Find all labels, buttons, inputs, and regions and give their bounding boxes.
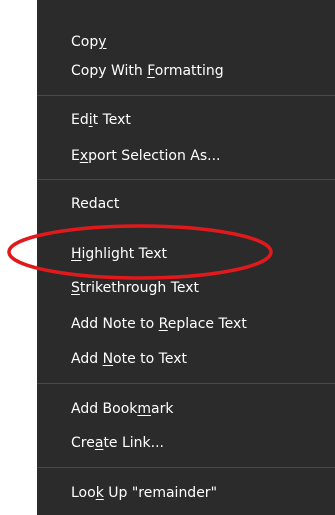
menu-separator	[37, 179, 335, 180]
menu-separator	[37, 383, 335, 384]
menu-item-add-note-to-replace-text[interactable]: Add Note to Replace Text	[71, 312, 247, 336]
menu-item-export-selection-as[interactable]: Export Selection As...	[71, 144, 221, 168]
menu-separator	[37, 467, 335, 468]
menu-item-create-link[interactable]: Create Link...	[71, 431, 164, 455]
menu-item-add-bookmark[interactable]: Add Bookmark	[71, 397, 174, 421]
menu-item-strikethrough-text[interactable]: Strikethrough Text	[71, 276, 199, 300]
menu-item-highlight-text[interactable]: Highlight Text	[71, 242, 167, 266]
menu-item-add-note-to-text[interactable]: Add Note to Text	[71, 347, 187, 371]
context-menu: Copy Copy With Formatting Edit Text Expo…	[37, 0, 335, 515]
menu-item-edit-text[interactable]: Edit Text	[71, 108, 131, 132]
menu-item-copy-with-formatting[interactable]: Copy With Formatting	[71, 59, 224, 83]
menu-separator	[37, 95, 335, 96]
menu-item-look-up[interactable]: Look Up "remainder"	[71, 481, 217, 505]
menu-item-redact[interactable]: Redact	[71, 192, 119, 216]
menu-item-copy[interactable]: Copy	[71, 30, 107, 54]
